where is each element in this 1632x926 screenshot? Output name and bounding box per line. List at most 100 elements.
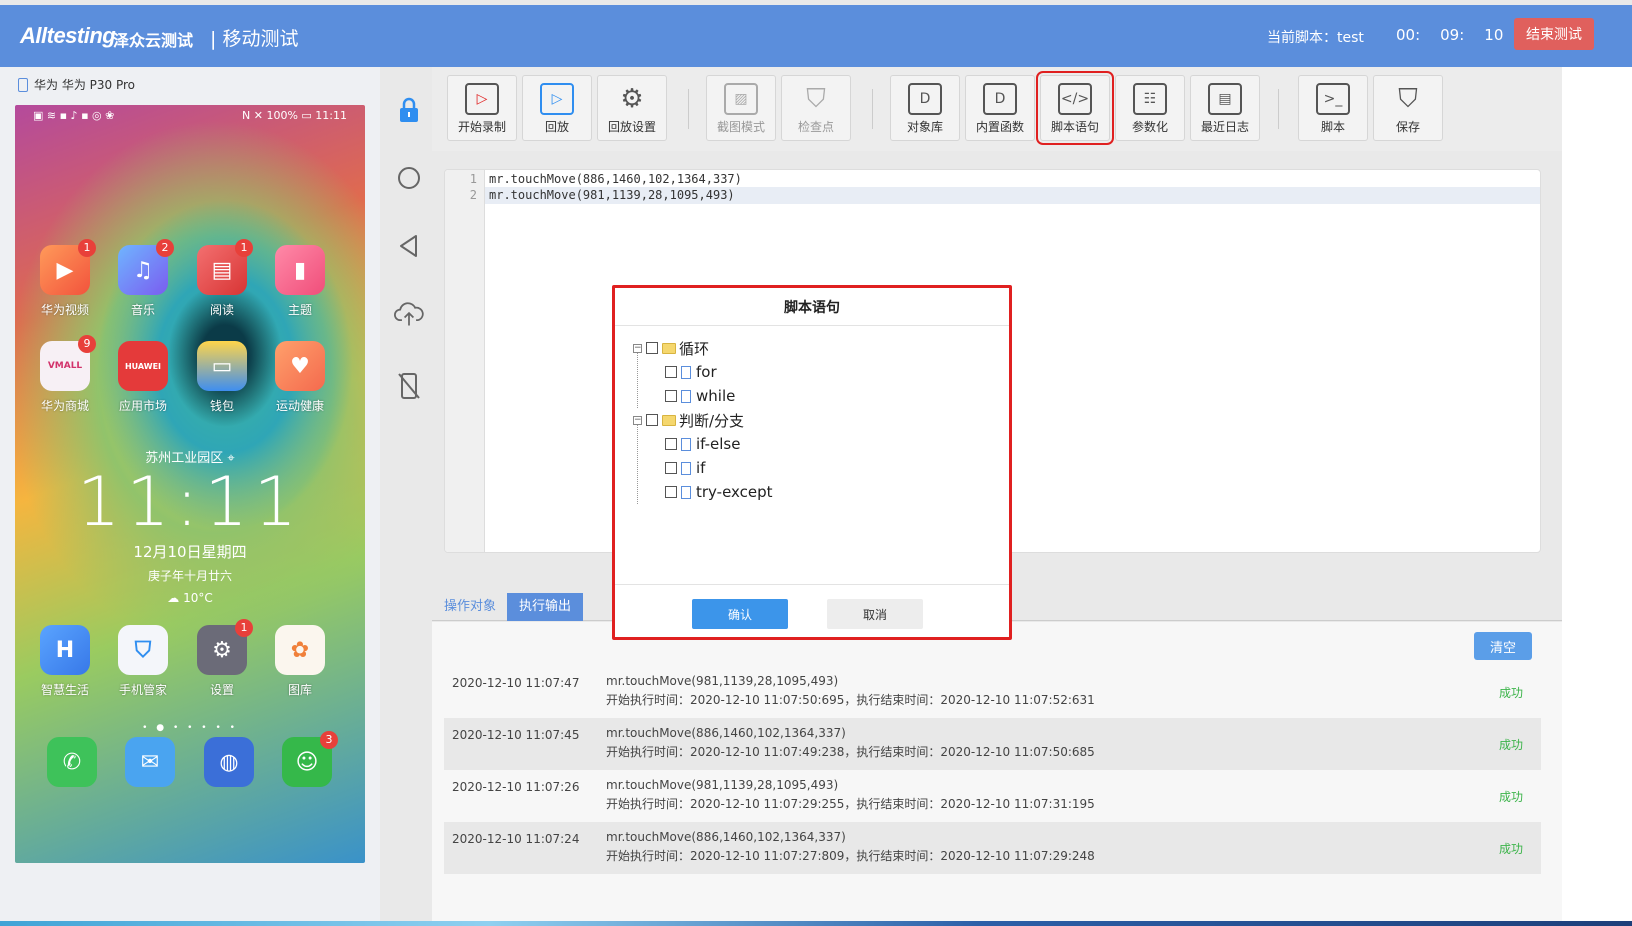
app-label: 阅读 [209, 303, 234, 317]
timer-seconds: 10 [1484, 26, 1504, 44]
gallery-flower-icon: ✿ [275, 625, 325, 675]
object-library-icon: D [908, 83, 942, 115]
lock-icon[interactable] [394, 95, 424, 125]
tree-node-if[interactable]: if [665, 458, 705, 478]
checkbox[interactable] [665, 462, 677, 474]
code-window-icon: </> [1058, 83, 1092, 115]
app-wallet[interactable]: ▭ 钱包 [190, 341, 254, 414]
file-icon [681, 461, 691, 475]
upload-cloud-icon[interactable] [394, 299, 424, 329]
screenshot-mode-button[interactable]: ▨ 截图模式 [706, 75, 776, 141]
script-button[interactable]: >_ 脚本 [1298, 75, 1368, 141]
app-settings[interactable]: ⚙ 1 设置 [190, 619, 254, 698]
huawei-logo-icon: HUAWEI [118, 341, 168, 391]
music-note-icon: ♫ 2 [118, 239, 174, 295]
folder-icon [662, 342, 676, 354]
checkbox[interactable] [665, 390, 677, 402]
notification-badge: 1 [78, 239, 96, 257]
checkbox[interactable] [665, 486, 677, 498]
folder-icon [662, 414, 676, 426]
script-statement-dialog: 脚本语句 − 循环 for while − 判断/分支 if-else if t… [612, 285, 1012, 640]
temperature-text: 10°C [183, 591, 213, 605]
clear-button[interactable]: 清空 [1474, 632, 1532, 660]
huawei-text: HUAWEI [124, 361, 162, 371]
wechat-icon: ☺ 3 [282, 731, 338, 787]
tree-node-loop[interactable]: − 循环 [633, 338, 709, 358]
back-triangle-icon[interactable] [394, 231, 424, 261]
tree-node-branch[interactable]: − 判断/分支 [633, 410, 744, 430]
tree-node-if-else[interactable]: if-else [665, 434, 740, 454]
disconnect-device-icon[interactable] [394, 371, 424, 401]
app-gallery[interactable]: ✿ 图库 [268, 625, 332, 698]
device-name: 华为 华为 P30 Pro [34, 78, 135, 92]
current-script-label: 当前脚本：test [1267, 30, 1364, 46]
toolbar: ▷ 开始录制 ▷ 回放 ⚙ 回放设置 ▨ 截图模式 ⛉ 检查点 D 对象库 D … [432, 67, 1562, 151]
app-phone-manager[interactable]: ⛉ 手机管家 [111, 625, 175, 698]
recent-log-button[interactable]: ▤ 最近日志 [1190, 75, 1260, 141]
collapse-icon[interactable]: − [633, 415, 642, 425]
node-label: if-else [696, 435, 741, 453]
app-huawei-video[interactable]: ▶ 1 华为视频 [33, 239, 97, 318]
record-play-icon: ▷ [465, 83, 499, 115]
checkbox[interactable] [646, 414, 658, 426]
script-statement-button[interactable]: </> 脚本语句 [1036, 71, 1114, 145]
dock-browser[interactable]: ◍ [197, 737, 261, 787]
dock-messages[interactable]: ✉ [118, 737, 182, 787]
node-label: while [696, 387, 736, 405]
tab-operation-objects[interactable]: 操作对象 [432, 593, 508, 621]
tree-node-for[interactable]: for [665, 362, 717, 382]
table-row: 2020-12-10 11:07:47 mr.touchMove(981,113… [444, 666, 1541, 718]
phone-icon: ✆ [47, 737, 97, 787]
app-music[interactable]: ♫ 2 音乐 [111, 239, 175, 318]
row-detail: 开始执行时间：2020-12-10 11:07:27:809，执行结束时间：20… [606, 849, 1095, 863]
checkbox[interactable] [646, 342, 658, 354]
collapse-icon[interactable]: − [633, 343, 642, 353]
start-record-button[interactable]: ▷ 开始录制 [447, 75, 517, 141]
app-label: 图库 [287, 683, 312, 697]
tree-node-while[interactable]: while [665, 386, 735, 406]
status-badge: 成功 [1498, 738, 1523, 752]
end-test-button[interactable]: 结束测试 [1514, 18, 1594, 50]
replay-icon: ▷ [540, 83, 574, 115]
cancel-button[interactable]: 取消 [827, 599, 923, 629]
dock-phone[interactable]: ✆ [40, 737, 104, 787]
app-reading[interactable]: ▤ 1 阅读 [190, 239, 254, 318]
parameterize-button[interactable]: ☷ 参数化 [1115, 75, 1185, 141]
tree-node-try-except[interactable]: try-except [665, 482, 773, 502]
replay-settings-button[interactable]: ⚙ 回放设置 [597, 75, 667, 141]
builtin-function-button[interactable]: D 内置函数 [965, 75, 1035, 141]
save-button[interactable]: ⛉ 保存 [1373, 75, 1443, 141]
image-icon: ▨ [724, 83, 758, 115]
file-icon [681, 485, 691, 499]
app-smart-life[interactable]: H 智慧生活 [33, 625, 97, 698]
tab-execution-output[interactable]: 执行输出 [507, 593, 584, 621]
checkpoint-button[interactable]: ⛉ 检查点 [781, 75, 851, 141]
code-line[interactable]: mr.touchMove(981,1139,28,1095,493) [489, 188, 735, 202]
code-line[interactable]: mr.touchMove(886,1460,102,1364,337) [489, 172, 742, 186]
checkbox[interactable] [665, 366, 677, 378]
dock-wechat[interactable]: ☺ 3 [275, 731, 339, 787]
cloud-icon: ☁ [167, 591, 180, 605]
confirm-button[interactable]: 确认 [692, 599, 788, 629]
app-health[interactable]: ♥ 运动健康 [268, 341, 332, 414]
home-circle-icon[interactable] [394, 163, 424, 193]
app-appgallery[interactable]: HUAWEI 应用市场 [111, 341, 175, 414]
vmall-bag-icon: VMALL 9 [40, 335, 96, 391]
message-icon: ✉ [125, 737, 175, 787]
checkbox[interactable] [665, 438, 677, 450]
notification-badge: 3 [320, 731, 338, 749]
app-vmall[interactable]: VMALL 9 华为商城 [33, 335, 97, 414]
table-row: 2020-12-10 11:07:26 mr.touchMove(981,113… [444, 770, 1541, 822]
app-themes[interactable]: ▮ 主题 [268, 245, 332, 318]
object-library-button[interactable]: D 对象库 [890, 75, 960, 141]
replay-button[interactable]: ▷ 回放 [522, 75, 592, 141]
device-panel: 华为 华为 P30 Pro ▣ ≋ ▪ ♪ ▪ ◎ ❀ N ✕ 100% ▭ 1… [0, 67, 380, 921]
device-screen[interactable]: ▣ ≋ ▪ ♪ ▪ ◎ ❀ N ✕ 100% ▭ 11:11 ▶ 1 华为视频 ♫… [15, 105, 365, 863]
wallet-icon: ▭ [197, 341, 247, 391]
date-label: 12月10日星期四 [133, 543, 247, 561]
app-label: 应用市场 [118, 399, 167, 413]
calendar-clock-icon: ▤ [1208, 83, 1242, 115]
shield-icon: ⛉ [118, 625, 168, 675]
notification-badge: 1 [235, 619, 253, 637]
device-controls [380, 67, 432, 921]
